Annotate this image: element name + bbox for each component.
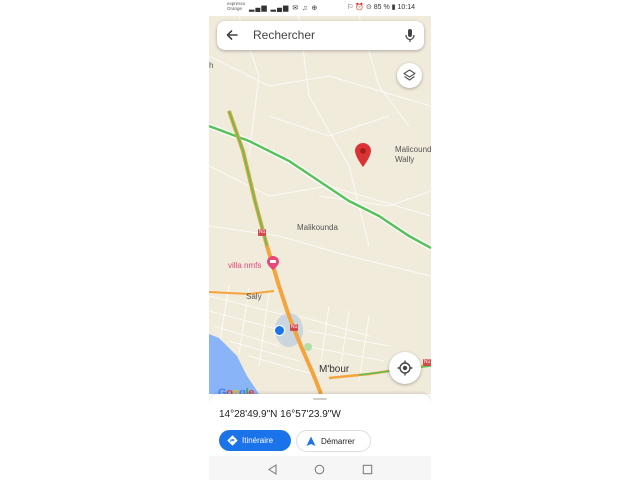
search-bar[interactable]: Rechercher (217, 21, 424, 50)
label-malikounda: Malikounda (297, 223, 338, 232)
sheet-drag-handle[interactable] (313, 398, 327, 400)
label-malicounda-wally: Malicounda Wally (395, 145, 431, 164)
carrier-line-2: Orange (227, 6, 243, 11)
home-nav-icon[interactable] (314, 462, 325, 480)
label-mbour: M'bour (319, 364, 350, 375)
status-bar: expresso Orange ▂▄▆ ▂▄▆ ✉ ♫ ⊕ ⚐ ⏰ ⊙ 85 %… (209, 0, 431, 16)
logo-letter: e (248, 387, 255, 394)
road-shield-n1: N1 (258, 229, 267, 236)
google-logo: Google (218, 387, 254, 394)
coordinates-text: 14°28'49.9"N 16°57'23.9"W (219, 409, 341, 420)
label-saly: Saly (246, 292, 262, 301)
road-shield-n1: N1 (423, 359, 431, 366)
edge-label: h (209, 61, 214, 70)
signal-icons: ▂▄▆ ▂▄▆ ✉ ♫ ⊕ (249, 5, 319, 12)
recents-nav-icon[interactable] (362, 462, 373, 480)
directions-icon (227, 435, 238, 446)
my-location-icon (397, 360, 413, 381)
directions-label: Itinéraire (242, 436, 274, 445)
status-right: ⚐ ⏰ ⊙ 85 % ▮ 10:14 (347, 4, 415, 11)
villa-poi-icon[interactable] (267, 256, 279, 270)
start-label: Démarrer (321, 437, 355, 446)
back-arrow-icon[interactable] (225, 28, 239, 42)
place-bottom-sheet[interactable]: 14°28'49.9"N 16°57'23.9"W Itinéraire Dém… (209, 394, 431, 456)
start-button[interactable]: Démarrer (296, 430, 371, 452)
back-nav-icon[interactable] (267, 462, 278, 480)
microphone-icon[interactable] (404, 28, 416, 43)
navigation-arrow-icon (306, 436, 316, 446)
road-shield-n1: N1 (290, 324, 299, 331)
dropped-pin-icon[interactable] (355, 143, 371, 167)
phone-screen: expresso Orange ▂▄▆ ▂▄▆ ✉ ♫ ⊕ ⚐ ⏰ ⊙ 85 %… (209, 0, 431, 480)
layers-icon (403, 69, 416, 87)
carrier-name: expresso Orange (227, 1, 245, 11)
current-location-icon (274, 325, 285, 336)
my-location-button[interactable] (389, 352, 421, 384)
sea-area (209, 334, 259, 394)
label-villa[interactable]: villa nmfs (228, 261, 261, 270)
android-nav-bar (209, 456, 431, 480)
directions-button[interactable]: Itinéraire (219, 430, 291, 451)
search-input[interactable]: Rechercher (253, 28, 315, 42)
layers-button[interactable] (397, 63, 422, 88)
